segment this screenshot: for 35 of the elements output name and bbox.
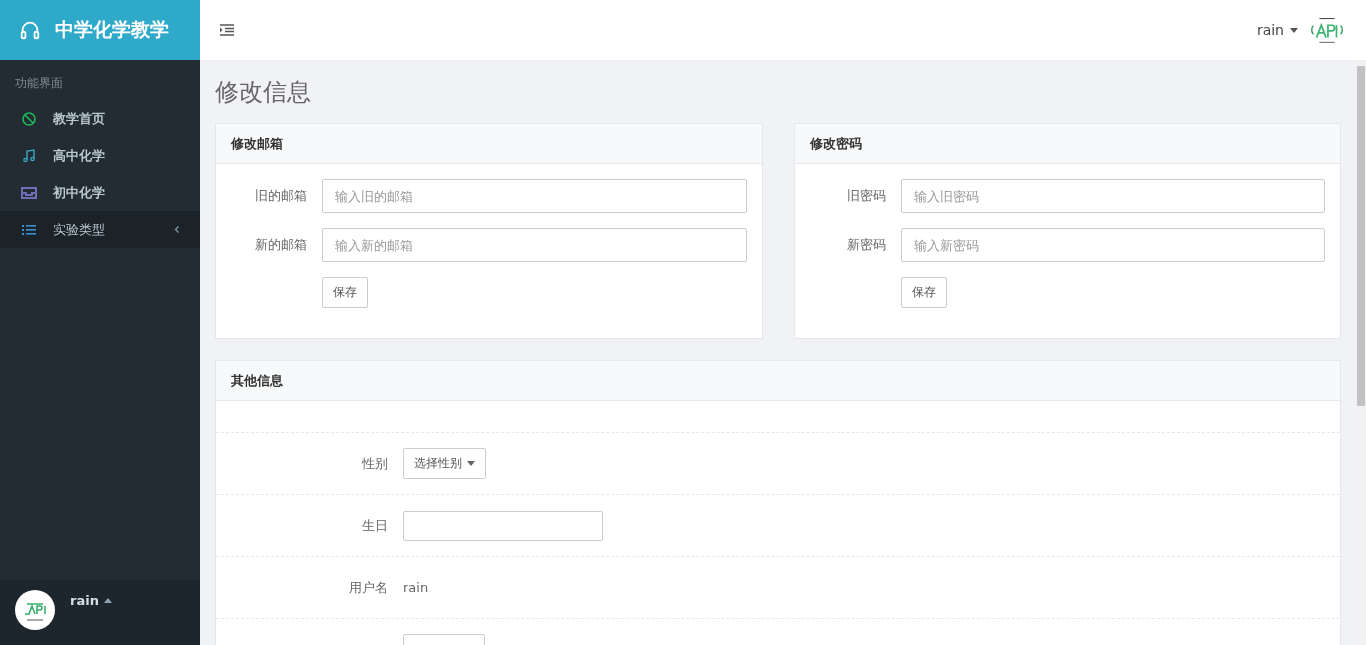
panel-title: 其他信息: [216, 361, 1340, 401]
user-menu[interactable]: rain: [1256, 22, 1298, 38]
app-title: 中学化学教学: [55, 17, 169, 42]
sidebar-item[interactable]: 高中化学: [0, 137, 200, 174]
field-label: 用户名: [348, 578, 389, 597]
save-button[interactable]: 保存: [900, 277, 947, 308]
input-field[interactable]: 输入旧密码: [900, 179, 1325, 213]
field-label: 旧的邮箱: [254, 187, 308, 205]
panel-title: 修改密码: [794, 124, 1340, 164]
field-label: 生日: [361, 516, 389, 535]
avatar-logo-icon: [15, 590, 55, 630]
field-value: rain: [403, 580, 429, 595]
sidebar-item[interactable]: 初中化学: [0, 174, 200, 211]
input-field[interactable]: 输入新密码: [900, 228, 1325, 262]
field-label: 旧密码: [845, 187, 887, 205]
caret-down-icon: [467, 461, 475, 466]
field-label: 性别: [361, 454, 389, 473]
input-field[interactable]: 输入旧的邮箱: [322, 179, 747, 213]
panel-title: 修改邮箱: [216, 124, 762, 164]
sidebar-item[interactable]: 实验类型: [0, 211, 200, 248]
field-label: 新密码: [845, 236, 887, 254]
caret-down-icon: [1290, 27, 1298, 33]
page-title: 修改信息: [215, 77, 312, 108]
save-button[interactable]: 保存: [322, 277, 368, 308]
dropdown-button[interactable]: 选择性别: [403, 448, 486, 479]
caret-up-icon: [103, 597, 112, 603]
sidebar-section-label: 功能界面: [14, 75, 64, 92]
headphones-icon: [19, 19, 41, 41]
input-field[interactable]: 输入新的邮箱: [322, 228, 747, 262]
input-field[interactable]: [403, 510, 603, 541]
user-menu[interactable]: rain: [70, 590, 112, 610]
field-label: 新的邮箱: [254, 236, 308, 254]
scrollbar-thumb[interactable]: [1357, 66, 1365, 406]
menu-toggle-icon[interactable]: [220, 24, 234, 36]
sidebar-item[interactable]: 教学首页: [0, 100, 200, 137]
